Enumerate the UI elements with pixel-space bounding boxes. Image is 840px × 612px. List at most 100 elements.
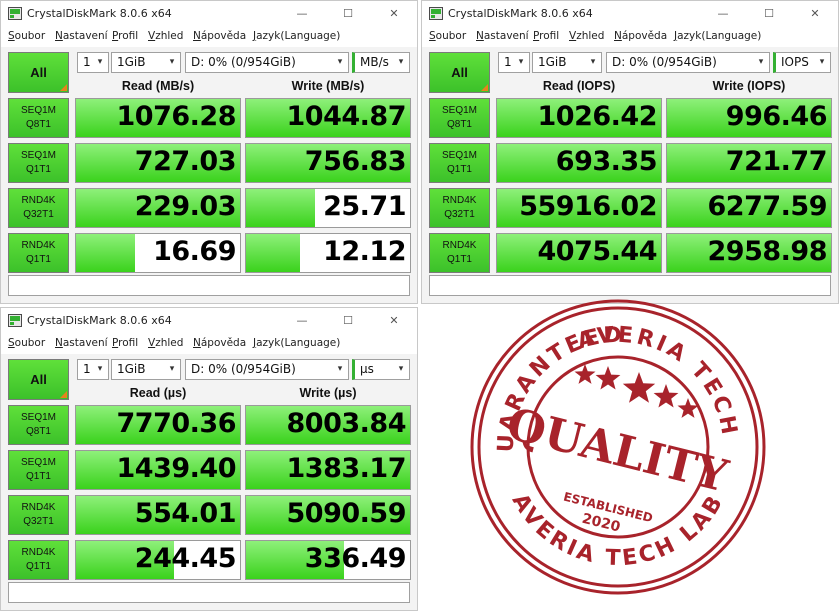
drive-select[interactable]: D: 0% (0/954GiB) ▾ (185, 359, 349, 380)
test-button-0[interactable]: SEQ1M Q8T1 (8, 98, 69, 138)
test-params: Q32T1 (23, 516, 54, 527)
test-button-1[interactable]: SEQ1M Q1T1 (8, 450, 69, 490)
test-button-2[interactable]: RND4K Q32T1 (8, 188, 69, 228)
read-result-value: 16.69 (153, 236, 236, 267)
queue-count-select[interactable]: 1 ▾ (77, 52, 109, 73)
all-button-label: All (30, 65, 47, 80)
unit-select[interactable]: IOPS ▾ (773, 52, 831, 73)
test-button-3[interactable]: RND4K Q1T1 (8, 540, 69, 580)
menu-item-1[interactable]: Soubor (429, 30, 466, 42)
menu-item-2[interactable]: Nastavení (55, 337, 108, 349)
menu-accelerator: N (614, 30, 622, 42)
test-button-0[interactable]: SEQ1M Q8T1 (429, 98, 490, 138)
menu-item-4[interactable]: Vzhled (148, 30, 183, 42)
title-bar[interactable]: CrystalDiskMark 8.0.6 x64 — ☐ ✕ (1, 308, 417, 334)
write-result-value: 12.12 (323, 236, 406, 267)
maximize-button[interactable]: ☐ (746, 1, 792, 27)
test-name: SEQ1M (20, 150, 56, 161)
drive-select[interactable]: D: 0% (0/954GiB) ▾ (185, 52, 349, 73)
menu-label: ápověda (200, 30, 247, 42)
menu-item-3[interactable]: Profil (533, 30, 559, 42)
menu-label: zhled (155, 30, 184, 42)
menu-item-4[interactable]: Vzhled (148, 337, 183, 349)
read-result-cell: 7770.36 (75, 405, 241, 445)
write-result-cell: 6277.59 (666, 188, 832, 228)
queue-count-select[interactable]: 1 ▾ (77, 359, 109, 380)
minimize-button[interactable]: — (700, 1, 746, 27)
test-size-select[interactable]: 1GiB ▾ (532, 52, 602, 73)
minimize-button[interactable]: — (279, 1, 325, 27)
title-bar[interactable]: CrystalDiskMark 8.0.6 x64 — ☐ ✕ (422, 1, 838, 27)
window-title: CrystalDiskMark 8.0.6 x64 (27, 7, 172, 20)
drive-select[interactable]: D: 0% (0/954GiB) ▾ (606, 52, 770, 73)
write-result-value: 5090.59 (286, 498, 407, 529)
write-result-bar (246, 234, 301, 272)
test-button-3[interactable]: RND4K Q1T1 (429, 233, 490, 273)
menu-item-3[interactable]: Profil (112, 30, 138, 42)
write-result-cell: 8003.84 (245, 405, 411, 445)
read-column-header: Read (MB/s) (121, 79, 195, 93)
maximize-button[interactable]: ☐ (325, 1, 371, 27)
test-button-2[interactable]: RND4K Q32T1 (8, 495, 69, 535)
menu-item-2[interactable]: Nastavení (476, 30, 529, 42)
read-result-value: 4075.44 (537, 236, 658, 267)
minimize-button[interactable]: — (279, 308, 325, 334)
maximize-button[interactable]: ☐ (325, 308, 371, 334)
close-button[interactable]: ✕ (792, 1, 838, 27)
window-latency: CrystalDiskMark 8.0.6 x64 — ☐ ✕ Soubor Nastav… (0, 307, 418, 611)
menu-label: zhled (155, 337, 184, 349)
menu-label: astavení (483, 30, 529, 42)
read-result-value: 1026.42 (537, 101, 658, 132)
write-result-value: 25.71 (323, 191, 406, 222)
test-button-1[interactable]: SEQ1M Q1T1 (429, 143, 490, 183)
menu-item-4[interactable]: Vzhled (569, 30, 604, 42)
test-size-select[interactable]: 1GiB ▾ (111, 359, 181, 380)
read-result-value: 229.03 (134, 191, 237, 222)
menu-item-6[interactable]: Jazyk(Language) (253, 30, 340, 42)
menu-label: oubor (435, 30, 467, 42)
menu-item-5[interactable]: Nápověda (614, 30, 667, 42)
menu-item-3[interactable]: Profil (112, 337, 138, 349)
chevron-down-icon: ▾ (398, 57, 404, 67)
comment-field[interactable] (429, 275, 831, 296)
menu-item-5[interactable]: Nápověda (193, 337, 246, 349)
read-result-value: 727.03 (134, 146, 237, 177)
close-button[interactable]: ✕ (371, 1, 417, 27)
test-size-select-value: 1GiB (117, 55, 146, 69)
test-button-2[interactable]: RND4K Q32T1 (429, 188, 490, 228)
test-params: Q1T1 (25, 561, 51, 572)
read-result-value: 244.45 (134, 543, 237, 574)
test-name: RND4K (21, 547, 56, 558)
read-result-cell: 1076.28 (75, 98, 241, 138)
test-button-1[interactable]: SEQ1M Q1T1 (8, 143, 69, 183)
menu-item-6[interactable]: Jazyk(Language) (674, 30, 761, 42)
all-button[interactable]: All (8, 52, 69, 93)
menu-label: ápověda (621, 30, 668, 42)
write-result-cell: 25.71 (245, 188, 411, 228)
test-name: RND4K (442, 240, 477, 251)
comment-field[interactable] (8, 582, 410, 603)
menu-item-5[interactable]: Nápověda (193, 30, 246, 42)
menu-item-2[interactable]: Nastavení (55, 30, 108, 42)
test-name: SEQ1M (441, 105, 477, 116)
write-result-cell: 996.46 (666, 98, 832, 138)
all-button[interactable]: All (8, 359, 69, 400)
queue-count-select[interactable]: 1 ▾ (498, 52, 530, 73)
all-button[interactable]: All (429, 52, 490, 93)
all-button-label: All (451, 65, 468, 80)
title-bar[interactable]: CrystalDiskMark 8.0.6 x64 — ☐ ✕ (1, 1, 417, 27)
test-button-3[interactable]: RND4K Q1T1 (8, 233, 69, 273)
read-result-cell: 1439.40 (75, 450, 241, 490)
test-name: SEQ1M (441, 150, 477, 161)
menu-item-1[interactable]: Soubor (8, 30, 45, 42)
test-size-select[interactable]: 1GiB ▾ (111, 52, 181, 73)
unit-select[interactable]: µs ▾ (352, 359, 410, 380)
stamp-stars (574, 364, 699, 418)
unit-select[interactable]: MB/s ▾ (352, 52, 410, 73)
menu-label: rofil (539, 30, 560, 42)
close-button[interactable]: ✕ (371, 308, 417, 334)
comment-field[interactable] (8, 275, 410, 296)
menu-item-1[interactable]: Soubor (8, 337, 45, 349)
test-button-0[interactable]: SEQ1M Q8T1 (8, 405, 69, 445)
menu-item-6[interactable]: Jazyk(Language) (253, 337, 340, 349)
